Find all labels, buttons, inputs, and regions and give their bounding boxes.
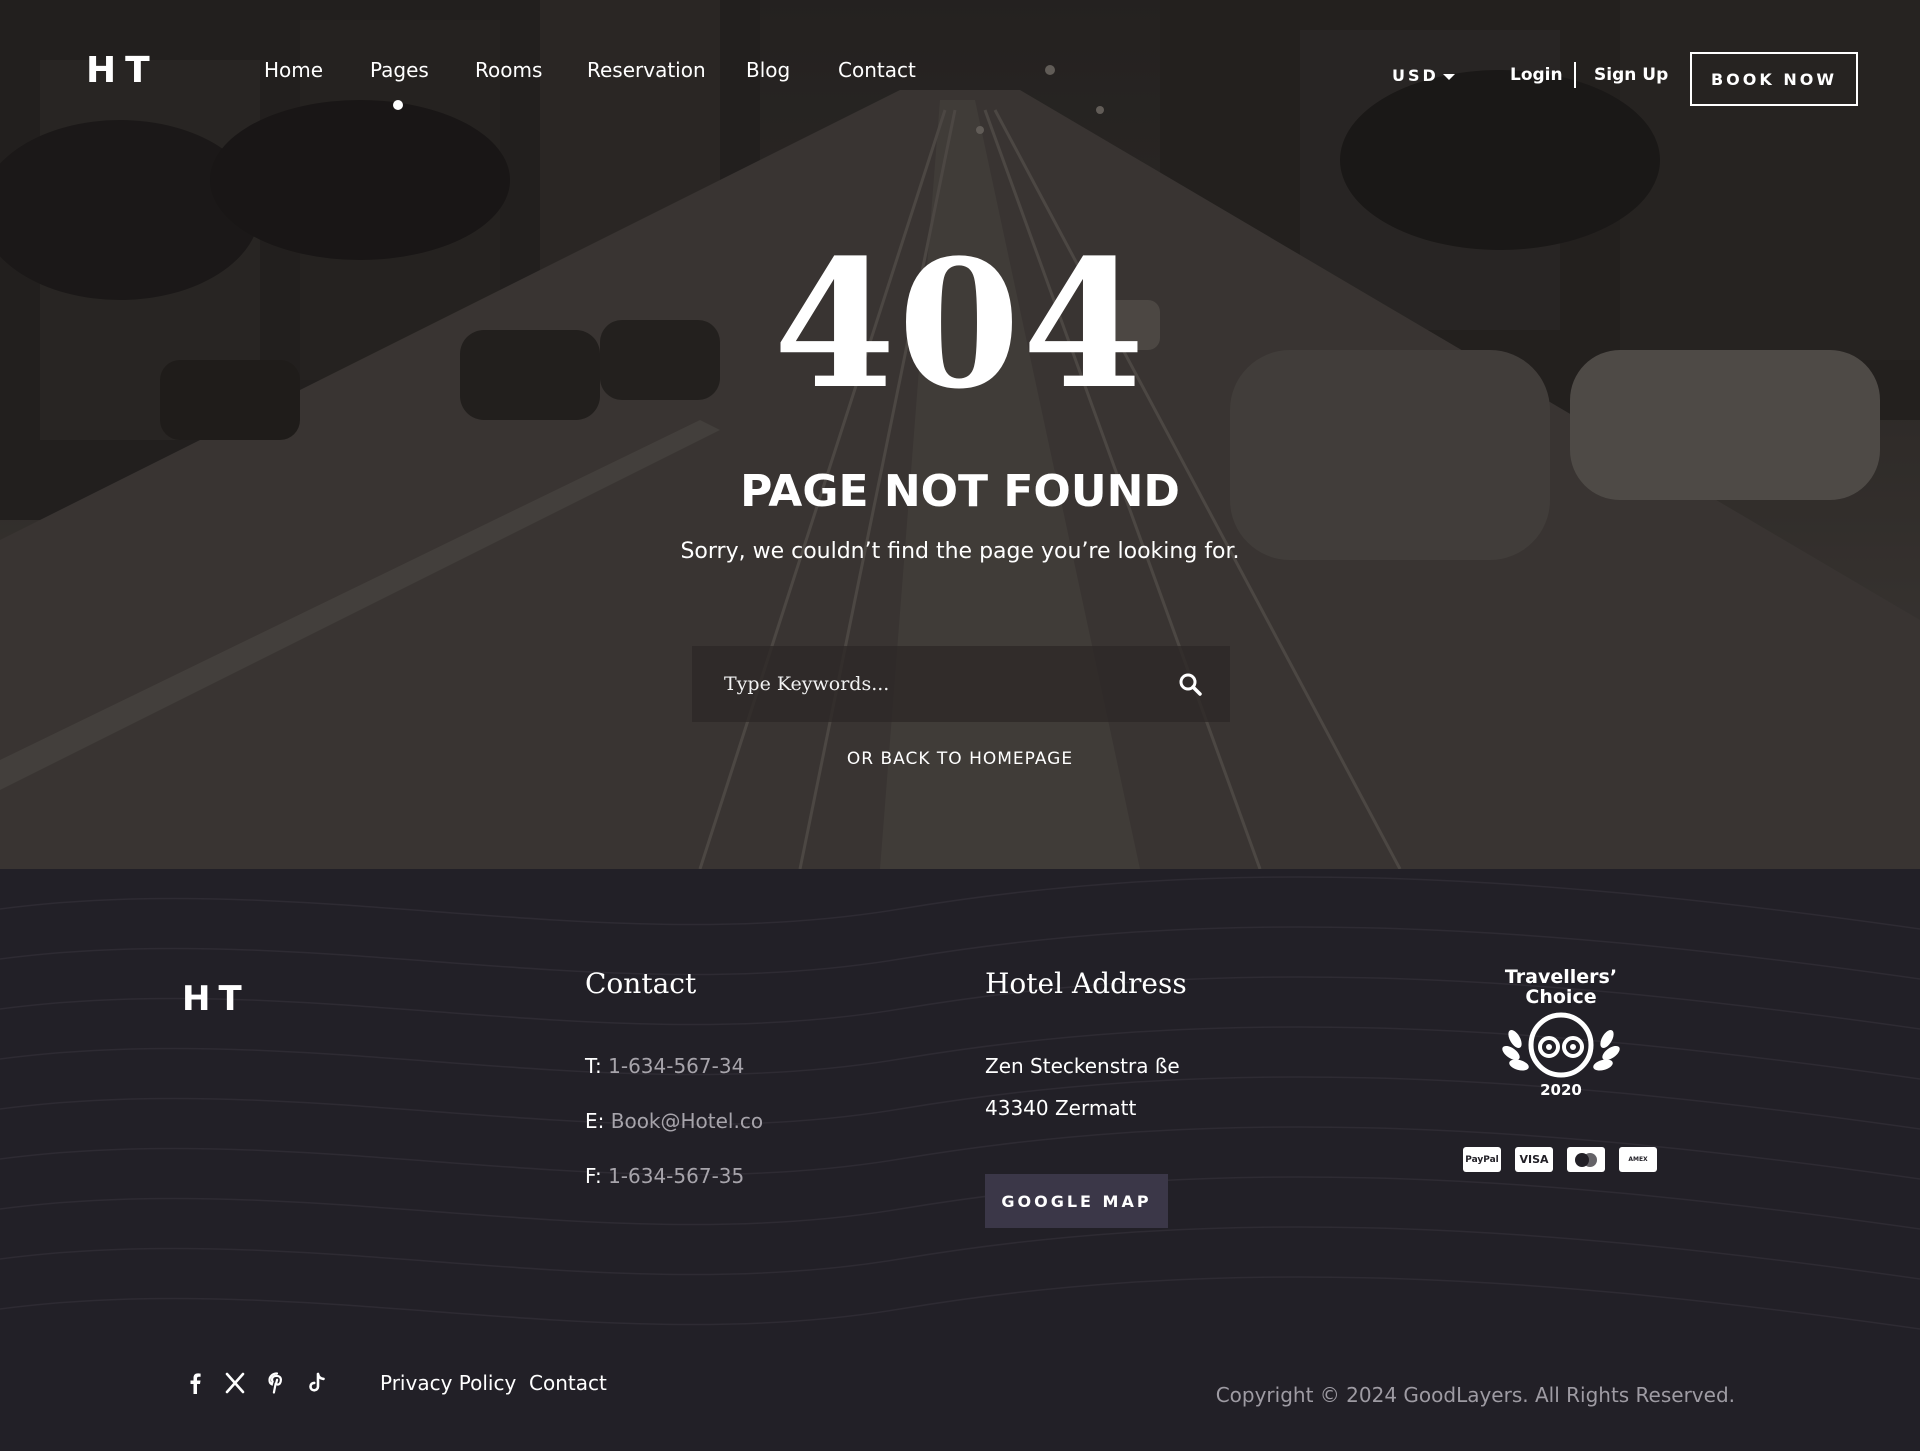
email-value[interactable]: Book@Hotel.co bbox=[611, 1109, 763, 1133]
payment-methods: PayPal VISA AMEX bbox=[1463, 1147, 1657, 1172]
login-link[interactable]: Login bbox=[1510, 65, 1563, 85]
tiktok-icon[interactable] bbox=[307, 1372, 327, 1394]
book-now-button[interactable]: BOOK NOW bbox=[1690, 52, 1858, 106]
error-code: 404 bbox=[773, 221, 1147, 428]
x-icon[interactable] bbox=[225, 1372, 245, 1394]
search-box bbox=[692, 646, 1230, 722]
site-footer: HT Contact T: 1-634-567-34 E: Book@Hotel… bbox=[0, 869, 1920, 1451]
phone-label: T: bbox=[585, 1054, 602, 1078]
error-title: PAGE NOT FOUND bbox=[740, 466, 1180, 517]
paypal-icon: PayPal bbox=[1463, 1147, 1501, 1172]
nav-home[interactable]: Home bbox=[264, 58, 323, 82]
email-label: E: bbox=[585, 1109, 605, 1133]
owl-laurel-icon bbox=[1502, 1012, 1620, 1078]
contact-fax: F: 1-634-567-35 bbox=[585, 1164, 744, 1188]
contact-phone: T: 1-634-567-34 bbox=[585, 1054, 744, 1078]
hero-section: HT Home Pages Rooms Reservation Blog Con… bbox=[0, 0, 1920, 869]
address-line-2: 43340 Zermatt bbox=[985, 1096, 1137, 1120]
chevron-down-icon[interactable] bbox=[1443, 74, 1455, 80]
fax-value: 1-634-567-35 bbox=[608, 1164, 745, 1188]
address-line-1: Zen Steckenstra ße bbox=[985, 1054, 1180, 1078]
google-map-button[interactable]: GOOGLE MAP bbox=[985, 1174, 1168, 1228]
search-input[interactable] bbox=[722, 666, 1142, 702]
badge-year: 2020 bbox=[1540, 1081, 1582, 1099]
copyright-text: Copyright © 2024 GoodLayers. All Rights … bbox=[1215, 1383, 1735, 1407]
nav-pages[interactable]: Pages bbox=[370, 58, 429, 82]
contact-email: E: Book@Hotel.co bbox=[585, 1109, 763, 1133]
site-logo[interactable]: HT bbox=[86, 50, 159, 91]
phone-value[interactable]: 1-634-567-34 bbox=[608, 1054, 744, 1078]
badge-line-2: Choice bbox=[1525, 986, 1597, 1008]
amex-icon: AMEX bbox=[1619, 1147, 1657, 1172]
currency-selector[interactable]: USD bbox=[1392, 66, 1439, 85]
nav-contact[interactable]: Contact bbox=[838, 58, 916, 82]
active-nav-indicator bbox=[393, 100, 403, 110]
footer-logo[interactable]: HT bbox=[182, 979, 250, 1019]
footer-contact-link[interactable]: Contact bbox=[529, 1371, 607, 1395]
mastercard-icon bbox=[1567, 1147, 1605, 1172]
hero-overlay bbox=[0, 0, 1920, 869]
back-to-homepage-link[interactable]: OR BACK TO HOMEPAGE bbox=[0, 749, 1920, 769]
facebook-icon[interactable] bbox=[185, 1372, 205, 1394]
nav-blog[interactable]: Blog bbox=[746, 58, 790, 82]
privacy-policy-link[interactable]: Privacy Policy bbox=[380, 1371, 516, 1395]
signup-link[interactable]: Sign Up bbox=[1594, 65, 1668, 85]
search-icon[interactable] bbox=[1178, 672, 1202, 696]
header-divider bbox=[1574, 62, 1576, 88]
address-heading: Hotel Address bbox=[985, 967, 1187, 1000]
contact-heading: Contact bbox=[585, 967, 697, 1000]
pinterest-icon[interactable] bbox=[267, 1372, 287, 1394]
nav-rooms[interactable]: Rooms bbox=[475, 58, 542, 82]
badge-line-1: Travellers’ bbox=[1504, 966, 1618, 988]
visa-icon: VISA bbox=[1515, 1147, 1553, 1172]
nav-reservation[interactable]: Reservation bbox=[587, 58, 706, 82]
travellers-choice-badge: Travellers’ Choice 2020 bbox=[1486, 967, 1636, 1099]
error-message: Sorry, we couldn’t find the page you’re … bbox=[680, 539, 1240, 564]
fax-label: F: bbox=[585, 1164, 602, 1188]
